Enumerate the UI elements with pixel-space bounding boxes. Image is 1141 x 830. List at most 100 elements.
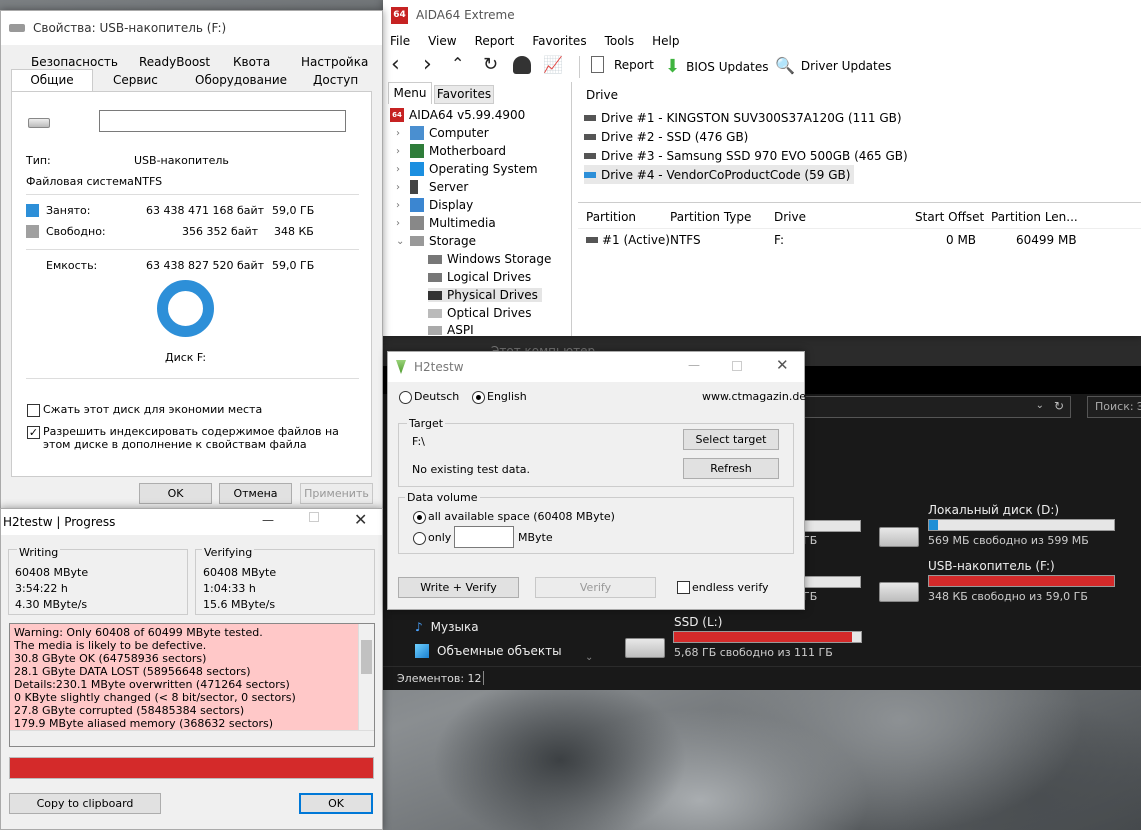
deutsch-radio[interactable] [399, 391, 412, 404]
tab-hardware[interactable]: Оборудование [195, 73, 287, 87]
properties-titlebar: Свойства: USB-накопитель (F:) [1, 11, 382, 45]
index-checkbox[interactable]: ✓ [27, 426, 40, 439]
copy-to-clipboard-button[interactable]: Copy to clipboard [9, 793, 161, 814]
writing-group: Writing 60408 MByte 3:54:22 h 4.30 MByte… [8, 546, 188, 615]
compress-checkbox[interactable] [27, 404, 40, 417]
tree-item-motherboard[interactable]: › Motherboard [396, 144, 506, 158]
ctmagazin-link[interactable]: www.ctmagazin.de [702, 390, 806, 403]
properties-window: Свойства: USB-накопитель (F:) Безопаснос… [0, 10, 383, 510]
tab-tools[interactable]: Сервис [113, 73, 158, 87]
progress-bar-fill [10, 758, 373, 778]
drive-name[interactable]: USB-накопитель (F:) [928, 559, 1055, 573]
column-header[interactable]: Partition Len... [991, 210, 1078, 224]
chevron-down-icon[interactable]: ⌄ [1036, 400, 1044, 411]
log-hscrollbar[interactable] [10, 730, 374, 746]
index-label: Разрешить индексировать содержимое файло… [43, 425, 339, 451]
tab-security[interactable]: Безопасность [31, 55, 118, 69]
mbyte-input[interactable] [454, 526, 514, 548]
tree-item-multimedia[interactable]: › Multimedia [396, 216, 496, 230]
column-header[interactable]: Partition [586, 210, 636, 224]
maximize-icon[interactable] [309, 512, 319, 522]
address-bar[interactable]: ⌄ ↻ [803, 396, 1071, 418]
tree-item-windows-storage[interactable]: Windows Storage [428, 252, 551, 266]
verify-button[interactable]: Verify [535, 577, 656, 598]
apply-button[interactable]: Применить [300, 483, 373, 504]
tree-item-logical-drives[interactable]: Logical Drives [428, 270, 531, 284]
tab-customize[interactable]: Настройка [301, 55, 368, 69]
tree-item-server[interactable]: › Server [396, 180, 468, 194]
drive-column-header[interactable]: Drive [586, 88, 618, 102]
progress-ok-button[interactable]: OK [299, 793, 373, 814]
write-verify-button[interactable]: Write + Verify [398, 577, 519, 598]
tree-label: ASPI [447, 324, 474, 336]
column-header[interactable]: Partition Type [670, 210, 751, 224]
menu-report[interactable]: Report [475, 34, 515, 48]
drive-label-input[interactable] [99, 110, 346, 132]
chevron-right-icon: › [396, 145, 400, 157]
tree-item-aspi[interactable]: ASPI [428, 324, 474, 336]
forward-icon[interactable]: › [423, 52, 432, 77]
table-row[interactable]: #1 (Active) NTFS F: 0 MB 60499 MB [578, 229, 1141, 251]
tree-item-os[interactable]: › Operating System [396, 162, 538, 176]
minimize-icon[interactable]: — [688, 358, 700, 372]
tab-favorites[interactable]: Favorites [434, 85, 494, 104]
menu-file[interactable]: File [390, 34, 410, 48]
back-icon[interactable]: ‹ [391, 52, 400, 77]
refresh-icon[interactable]: ↻ [1054, 399, 1064, 413]
maximize-icon[interactable] [732, 361, 742, 371]
list-item[interactable]: Drive #1 - KINGSTON SUV300S37A120G (111 … [584, 108, 1124, 127]
menu-favorites[interactable]: Favorites [532, 34, 586, 48]
tree-root[interactable]: 64 AIDA64 v5.99.4900 [390, 108, 525, 122]
drive-name[interactable]: Локальный диск (D:) [928, 503, 1059, 517]
select-target-button[interactable]: Select target [683, 429, 779, 450]
refresh-button[interactable]: Refresh [683, 458, 779, 479]
tab-general[interactable]: Общие [11, 69, 93, 91]
list-item[interactable]: Drive #4 - VendorCoProductCode (59 GB) [584, 165, 855, 184]
list-item[interactable]: Drive #3 - Samsung SSD 970 EVO 500GB (46… [584, 146, 1124, 165]
nav-item-music[interactable]: ♪ Музыка [415, 620, 479, 634]
tab-sharing[interactable]: Доступ [313, 73, 358, 87]
only-radio[interactable] [413, 532, 426, 545]
column-header[interactable]: Start Offset [915, 210, 984, 224]
tab-readyboost[interactable]: ReadyBoost [139, 55, 210, 69]
result-log[interactable]: Warning: Only 60408 of 60499 MByte teste… [9, 623, 375, 747]
scroll-down-icon[interactable]: ⌄ [585, 652, 593, 663]
drive-label: Drive #2 - SSD (476 GB) [601, 129, 749, 144]
used-human: 59,0 ГБ [272, 204, 315, 217]
nav-item-3d-objects[interactable]: Объемные объекты [415, 644, 562, 658]
bios-updates-button[interactable]: ⬇ BIOS Updates [665, 56, 768, 77]
drive-free-text: 5,68 ГБ свободно из 111 ГБ [674, 646, 833, 659]
ok-button[interactable]: OK [139, 483, 212, 504]
tree-item-optical-drives[interactable]: Optical Drives [428, 306, 531, 320]
tab-quota[interactable]: Квота [233, 55, 270, 69]
up-icon[interactable]: ⌃ [451, 54, 464, 73]
close-icon[interactable]: ✕ [354, 510, 367, 529]
column-header[interactable]: Drive [774, 210, 806, 224]
benchmark-chart-icon[interactable]: 📈 [543, 55, 563, 74]
minimize-icon[interactable]: — [262, 513, 274, 527]
refresh-icon[interactable]: ↻ [483, 54, 498, 75]
menu-tools[interactable]: Tools [605, 34, 635, 48]
search-input[interactable]: Поиск: Э [1087, 396, 1141, 418]
tree-item-physical-drives[interactable]: Physical Drives [428, 288, 542, 302]
drive-name[interactable]: SSD (L:) [674, 615, 722, 629]
scroll-thumb[interactable] [361, 640, 372, 674]
user-icon[interactable] [513, 56, 531, 74]
menu-help[interactable]: Help [652, 34, 679, 48]
menu-view[interactable]: View [428, 34, 456, 48]
report-button[interactable]: Report [591, 56, 654, 73]
endless-verify-checkbox[interactable] [677, 581, 690, 594]
tree-item-computer[interactable]: › Computer [396, 126, 489, 140]
all-space-radio[interactable] [413, 511, 426, 524]
driver-updates-button[interactable]: 🔍 Driver Updates [775, 56, 891, 75]
english-radio[interactable] [472, 391, 485, 404]
close-icon[interactable]: ✕ [776, 356, 789, 374]
list-item[interactable]: Drive #2 - SSD (476 GB) [584, 127, 1124, 146]
tree-item-storage[interactable]: ⌄ Storage [396, 234, 476, 248]
log-scrollbar[interactable] [358, 624, 374, 732]
tree-item-display[interactable]: › Display [396, 198, 473, 212]
tree-label: Multimedia [429, 216, 496, 230]
optical-disc-icon [428, 308, 442, 318]
tab-menu[interactable]: Menu [388, 82, 432, 104]
cancel-button[interactable]: Отмена [219, 483, 292, 504]
